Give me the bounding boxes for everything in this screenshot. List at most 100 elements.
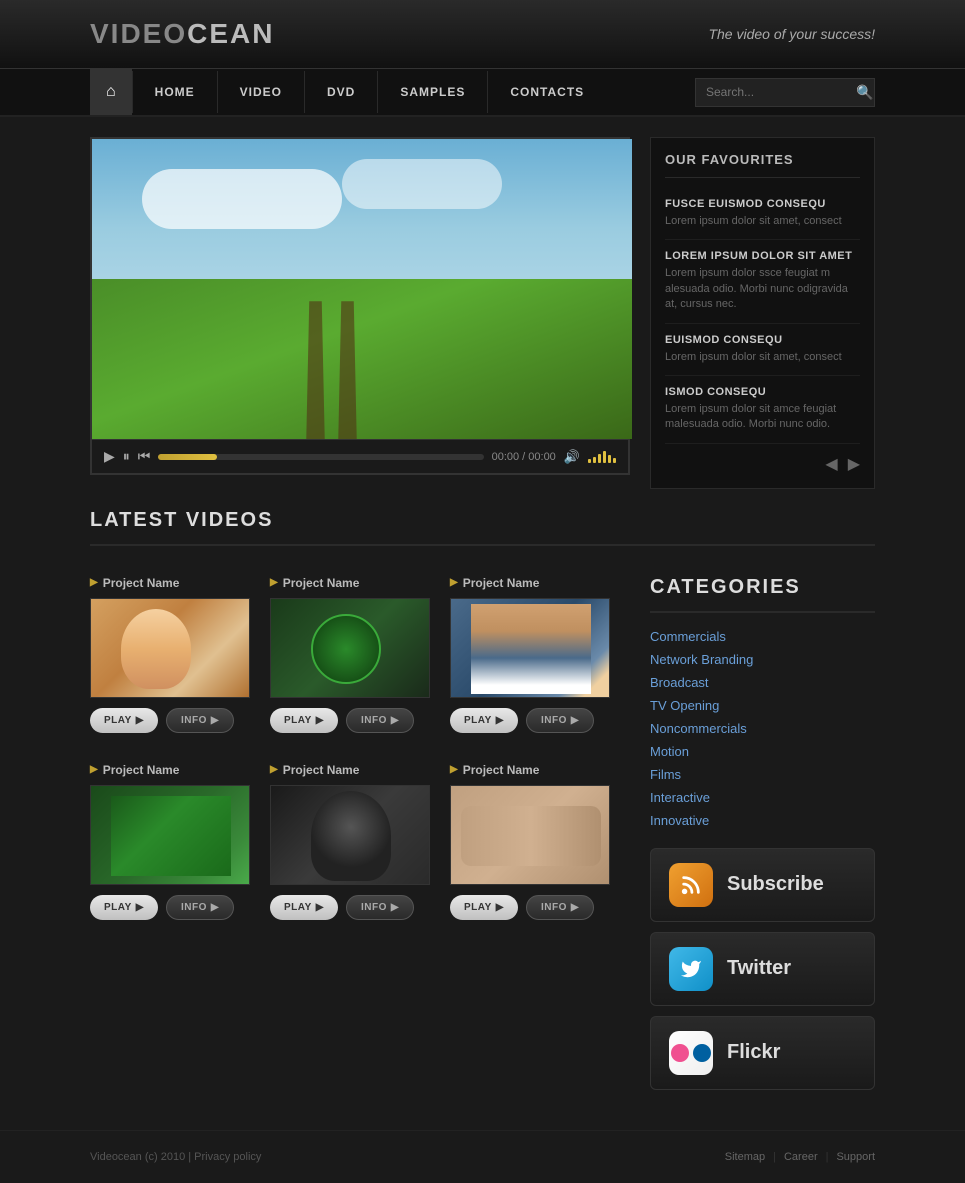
fav-item-3: EUISMOD CONSEQU Lorem ipsum dolor sit am…: [665, 324, 860, 376]
video-thumb-6: [450, 785, 610, 885]
play-button[interactable]: ▶: [104, 448, 115, 465]
info-label-1: INFO: [181, 715, 207, 726]
logo-video: VIDEO: [90, 18, 187, 49]
path-left: [306, 301, 325, 439]
footer-sep-1: |: [773, 1151, 776, 1163]
play-arrow-1: ▶: [136, 715, 144, 726]
cat-noncommercials[interactable]: Noncommercials: [650, 721, 875, 736]
nav-item-video[interactable]: VIDEO: [217, 71, 304, 113]
fav-next-button[interactable]: ▶: [848, 454, 860, 474]
stop-button[interactable]: ⏮: [138, 448, 151, 465]
navigation: ⌂ HOME VIDEO DVD SAMPLES CONTACTS 🔍: [0, 69, 965, 117]
volume-icon[interactable]: 🔊: [564, 449, 580, 465]
cat-broadcast[interactable]: Broadcast: [650, 675, 875, 690]
cloud-2: [342, 159, 502, 209]
latest-videos-section: LATEST VIDEOS: [0, 489, 965, 576]
video-thumb-1: [90, 598, 250, 698]
footer-sep-2: |: [826, 1151, 829, 1163]
play-btn-1[interactable]: PLAY ▶: [90, 708, 158, 733]
video-card-6-title: ▶ Project Name: [450, 763, 610, 777]
arrow-icon-2: ▶: [270, 577, 278, 588]
play-btn-5[interactable]: PLAY ▶: [270, 895, 338, 920]
info-btn-3[interactable]: INFO ▶: [526, 708, 594, 733]
cat-tv-opening[interactable]: TV Opening: [650, 698, 875, 713]
nav-item-dvd[interactable]: DVD: [304, 71, 377, 113]
search-input[interactable]: [706, 85, 856, 99]
footer-links: Sitemap | Career | Support: [725, 1151, 875, 1163]
fav-item-1-title[interactable]: FUSCE EUISMOD CONSEQU: [665, 198, 860, 210]
fav-item-2: LOREM IPSUM DOLOR SIT AMET Lorem ipsum d…: [665, 240, 860, 323]
fav-item-2-desc: Lorem ipsum dolor ssce feugiat m alesuad…: [665, 266, 860, 312]
favourites-panel: OUR FAVOURITES FUSCE EUISMOD CONSEQU Lor…: [650, 137, 875, 489]
video-card-3-name: Project Name: [463, 576, 540, 590]
footer-career[interactable]: Career: [784, 1151, 818, 1163]
arrow-icon-3: ▶: [450, 577, 458, 588]
nav-home-icon[interactable]: ⌂: [90, 69, 132, 115]
cloud-1: [142, 169, 342, 229]
vol-bar-3: [598, 454, 601, 463]
video-card-2-actions: PLAY ▶ INFO ▶: [270, 708, 430, 733]
info-arrow-1: ▶: [211, 715, 219, 726]
fav-item-3-title[interactable]: EUISMOD CONSEQU: [665, 334, 860, 346]
nav-item-samples[interactable]: SAMPLES: [377, 71, 487, 113]
sidebar: CATEGORIES Commercials Network Branding …: [650, 576, 875, 1100]
cat-commercials[interactable]: Commercials: [650, 629, 875, 644]
progress-fill: [158, 454, 217, 460]
logo-ocean: CEAN: [187, 18, 274, 49]
cat-motion[interactable]: Motion: [650, 744, 875, 759]
fav-nav: ◀ ▶: [665, 444, 860, 474]
cat-films[interactable]: Films: [650, 767, 875, 782]
video-thumb-5: [270, 785, 430, 885]
nav-item-home[interactable]: HOME: [132, 71, 217, 113]
video-card-4-actions: PLAY ▶ INFO ▶: [90, 895, 250, 920]
vol-bar-2: [593, 457, 596, 463]
play-btn-6[interactable]: PLAY ▶: [450, 895, 518, 920]
video-card-4-name: Project Name: [103, 763, 180, 777]
info-btn-4[interactable]: INFO ▶: [166, 895, 234, 920]
cat-network-branding[interactable]: Network Branding: [650, 652, 875, 667]
video-card-5-actions: PLAY ▶ INFO ▶: [270, 895, 430, 920]
footer: Videocean (c) 2010 | Privacy policy Site…: [0, 1130, 965, 1183]
fav-item-2-title[interactable]: LOREM IPSUM DOLOR SIT AMET: [665, 250, 860, 262]
footer-sitemap[interactable]: Sitemap: [725, 1151, 765, 1163]
pause-button[interactable]: ⏸: [123, 448, 130, 465]
vol-bar-1: [588, 459, 591, 463]
subscribe-button[interactable]: Subscribe: [650, 848, 875, 922]
fav-item-3-desc: Lorem ipsum dolor sit amet, consect: [665, 350, 860, 365]
flickr-button[interactable]: Flickr: [650, 1016, 875, 1090]
play-btn-3[interactable]: PLAY ▶: [450, 708, 518, 733]
play-btn-4[interactable]: PLAY ▶: [90, 895, 158, 920]
nav-item-contacts[interactable]: CONTACTS: [487, 71, 606, 113]
video-card-4: ▶ Project Name PLAY ▶ INFO ▶: [90, 763, 250, 920]
video-player: ▶ ⏸ ⏮ 00:00 / 00:00 🔊: [90, 137, 630, 475]
arrow-icon-5: ▶: [270, 764, 278, 775]
twitter-label: Twitter: [727, 957, 791, 980]
cat-interactive[interactable]: Interactive: [650, 790, 875, 805]
logo: VIDEOCEAN: [90, 18, 274, 50]
fav-item-4-title[interactable]: ISMOD CONSEQU: [665, 386, 860, 398]
twitter-button[interactable]: Twitter: [650, 932, 875, 1006]
progress-bar[interactable]: [158, 454, 483, 460]
search-icon[interactable]: 🔍: [856, 84, 873, 101]
info-btn-1[interactable]: INFO ▶: [166, 708, 234, 733]
cat-innovative[interactable]: Innovative: [650, 813, 875, 828]
search-bar[interactable]: 🔍: [695, 78, 875, 107]
play-btn-2[interactable]: PLAY ▶: [270, 708, 338, 733]
thumb-bulb-shape: [311, 791, 391, 881]
thumb-woman-shape: [121, 609, 191, 689]
video-card-1-name: Project Name: [103, 576, 180, 590]
video-card-5-title: ▶ Project Name: [270, 763, 430, 777]
video-card-6-name: Project Name: [463, 763, 540, 777]
info-btn-2[interactable]: INFO ▶: [346, 708, 414, 733]
main-layout: ▶ ⏸ ⏮ 00:00 / 00:00 🔊: [0, 137, 965, 489]
video-card-3-title: ▶ Project Name: [450, 576, 610, 590]
content-area: ▶ Project Name PLAY ▶ INFO ▶: [0, 576, 965, 1100]
footer-support[interactable]: Support: [836, 1151, 875, 1163]
tagline: The video of your success!: [708, 26, 875, 42]
info-btn-5[interactable]: INFO ▶: [346, 895, 414, 920]
info-btn-6[interactable]: INFO ▶: [526, 895, 594, 920]
videos-grid: ▶ Project Name PLAY ▶ INFO ▶: [90, 576, 630, 1100]
fav-prev-button[interactable]: ◀: [825, 454, 837, 474]
fav-item-1: FUSCE EUISMOD CONSEQU Lorem ipsum dolor …: [665, 188, 860, 240]
video-row-2: ▶ Project Name PLAY ▶ INFO ▶: [90, 763, 630, 920]
